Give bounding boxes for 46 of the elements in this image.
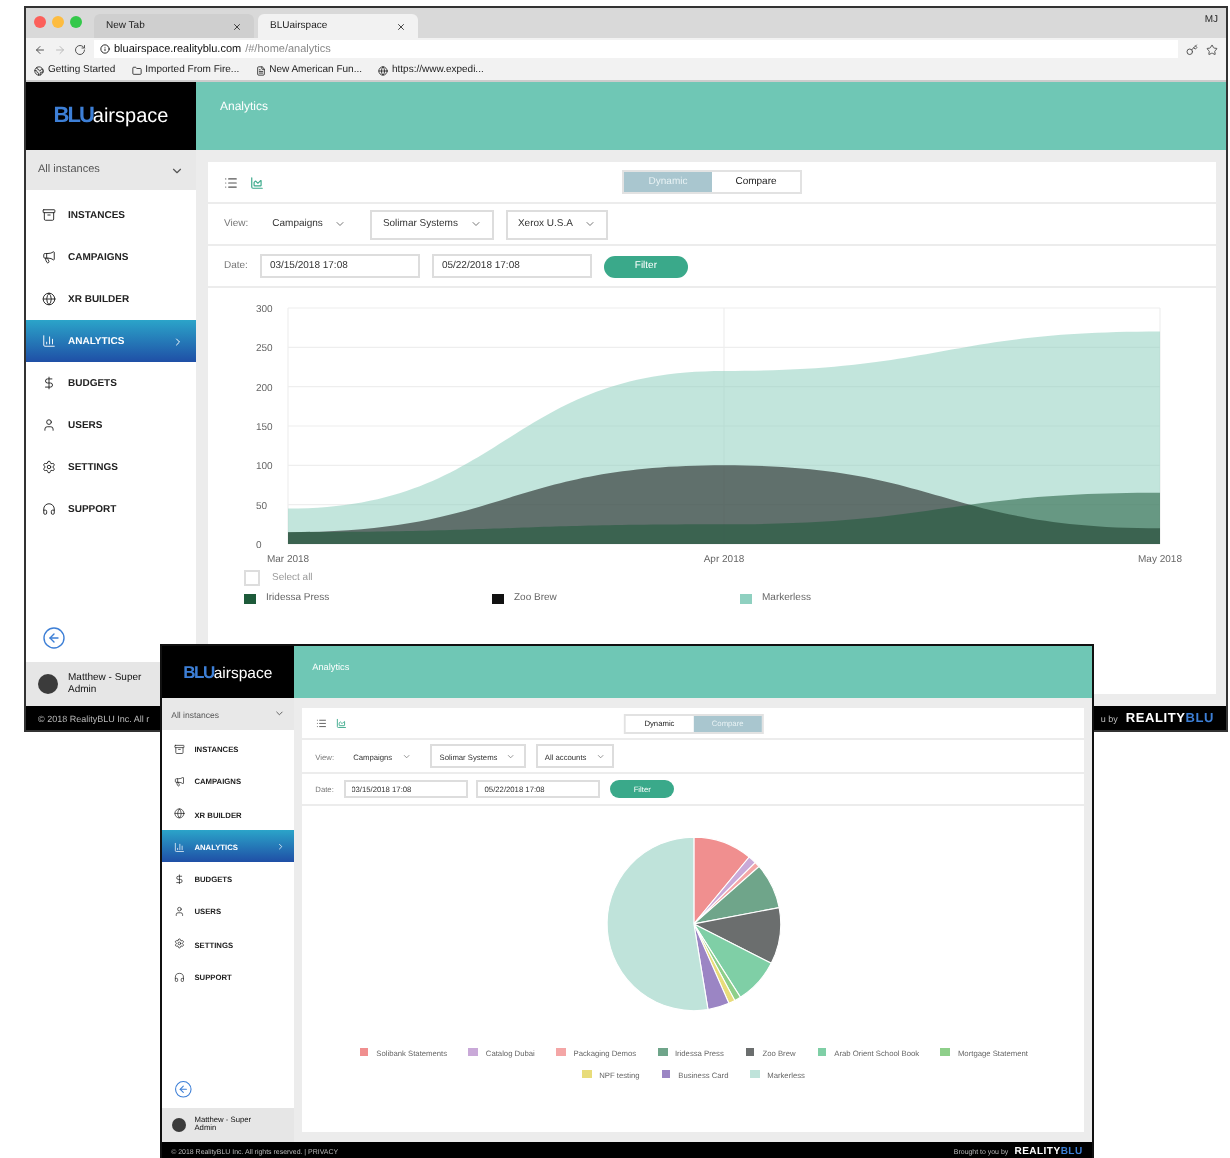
chevron-down-icon	[584, 218, 597, 230]
page-icon	[255, 65, 266, 75]
box-icon	[42, 208, 56, 222]
dollar-icon	[174, 873, 186, 885]
user-icon	[42, 418, 56, 432]
user-icon	[174, 906, 186, 918]
logo: BLUairspace	[26, 82, 196, 150]
headset-icon	[42, 502, 56, 516]
chevron-down-icon	[170, 163, 184, 177]
back-icon[interactable]	[34, 43, 46, 55]
chevron-down-icon	[273, 708, 285, 720]
bar-chart-icon	[174, 841, 186, 853]
chevron-down-icon	[334, 218, 347, 230]
chevron-down-icon	[506, 751, 516, 762]
logo: BLUairspace	[161, 646, 294, 699]
back-icon[interactable]	[42, 626, 66, 650]
area-chart-icon[interactable]	[335, 718, 347, 729]
globe-icon	[378, 65, 388, 75]
chevron-right-icon	[275, 842, 285, 852]
settings-icon	[174, 938, 186, 950]
area-chart-icon[interactable]	[250, 175, 264, 189]
bar-chart-icon	[42, 334, 56, 348]
avatar	[171, 1117, 187, 1133]
list-icon[interactable]	[224, 175, 238, 189]
chevron-down-icon	[401, 751, 411, 762]
folder-icon	[131, 65, 142, 75]
megaphone-icon	[174, 776, 186, 787]
reload-icon[interactable]	[74, 43, 86, 55]
back-icon[interactable]	[174, 1080, 193, 1099]
key-icon[interactable]	[1186, 43, 1198, 55]
info-icon	[100, 44, 110, 54]
globe-icon	[42, 292, 56, 306]
megaphone-icon	[42, 250, 56, 264]
chevron-down-icon	[469, 218, 482, 230]
list-icon[interactable]	[315, 718, 327, 729]
avatar	[38, 674, 58, 694]
headset-icon	[174, 971, 186, 983]
chevron-right-icon	[172, 335, 184, 347]
dollar-icon	[42, 376, 56, 390]
globe-icon	[34, 65, 44, 75]
box-icon	[174, 743, 186, 755]
globe-icon	[174, 808, 186, 820]
chevron-down-icon	[595, 751, 605, 762]
checkbox[interactable]	[244, 570, 260, 586]
settings-icon	[42, 460, 56, 474]
star-icon[interactable]	[1206, 43, 1218, 55]
